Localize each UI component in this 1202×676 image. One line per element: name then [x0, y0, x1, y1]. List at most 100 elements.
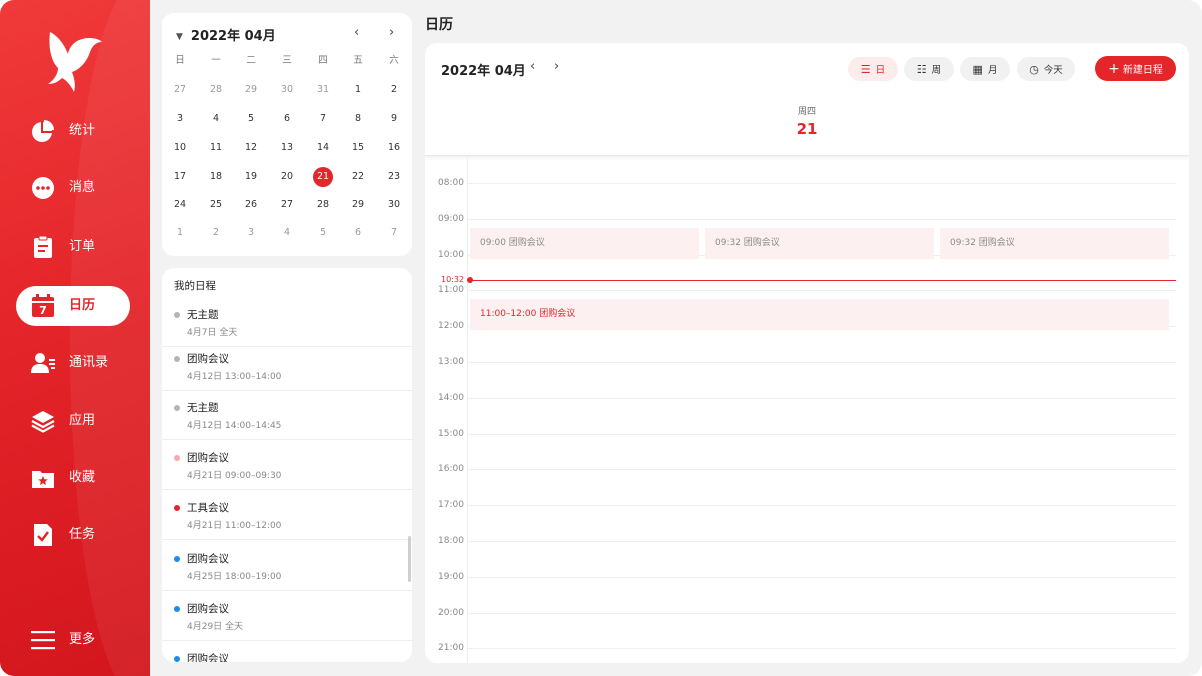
calendar-day-cell[interactable]: 11 — [201, 138, 231, 158]
sidebar-item-apps[interactable]: 应用 — [16, 401, 130, 441]
view-day-button[interactable]: ☰ 日 — [848, 57, 898, 81]
calendar-day-cell[interactable]: 24 — [165, 195, 195, 215]
calendar-event[interactable]: 09:32 团购会议 — [705, 228, 934, 259]
mini-calendar-header[interactable]: ▼ 2022年 04月 — [176, 25, 276, 44]
mini-calendar-prev-button[interactable]: ‹ — [354, 25, 359, 40]
calendar-day-cell[interactable]: 9 — [379, 109, 409, 129]
schedule-item[interactable]: 团购会议 4月29日 全天 — [162, 590, 412, 641]
sidebar-item-contacts[interactable]: 通讯录 — [16, 343, 130, 383]
calendar-day-cell[interactable]: 28 — [308, 195, 338, 215]
calendar-day-cell[interactable]: 14 — [308, 138, 338, 158]
hour-row: 18:00 — [425, 535, 1189, 547]
sidebar-more-label: 更多 — [69, 632, 96, 647]
layers-icon — [31, 411, 55, 433]
new-event-button[interactable]: + 新建日程 — [1095, 56, 1176, 81]
calendar-day-cell[interactable]: 27 — [272, 195, 302, 215]
schedule-dot — [174, 505, 180, 511]
calendar-day-cell[interactable]: 5 — [236, 109, 266, 129]
view-month-button[interactable]: ▦ 月 — [960, 57, 1010, 81]
weekday-label: 五 — [353, 55, 363, 66]
calendar-day-cell[interactable]: 27 — [165, 80, 195, 100]
mini-calendar-next-button[interactable]: › — [389, 25, 394, 40]
svg-text:7: 7 — [39, 304, 47, 317]
calendar-day-cell[interactable]: 7 — [379, 223, 409, 243]
hour-label: 08:00 — [438, 178, 464, 188]
calendar-day-cell[interactable]: 4 — [201, 109, 231, 129]
calendar-day-cell[interactable]: 25 — [201, 195, 231, 215]
day-header: 周四 21 — [425, 95, 1189, 156]
schedule-item[interactable]: 无主题 4月12日 14:00–14:45 — [162, 389, 412, 440]
hour-gridline — [467, 505, 1176, 507]
calendar-day-cell[interactable]: 2 — [201, 223, 231, 243]
plus-icon: + — [1108, 60, 1120, 77]
calendar-day-cell[interactable]: 19 — [236, 167, 266, 187]
weekday-label: 一 — [211, 55, 221, 66]
sidebar-item-tasks[interactable]: 任务 — [16, 515, 130, 555]
hour-row: 14:00 — [425, 392, 1189, 404]
sidebar-item-label: 消息 — [69, 180, 96, 195]
sidebar-item-orders[interactable]: 订单 — [16, 227, 130, 267]
calendar-day-cell[interactable]: 1 — [343, 80, 373, 100]
calendar-day-cell[interactable]: 10 — [165, 138, 195, 158]
prev-month-button[interactable]: ‹ — [530, 59, 535, 74]
schedule-item-title: 团购会议 — [187, 653, 229, 662]
calendar-day-cell[interactable]: 3 — [165, 109, 195, 129]
calendar-day-cell[interactable]: 20 — [272, 167, 302, 187]
schedule-item[interactable]: 团购会议 4月12日 13:00–14:00 — [162, 340, 412, 391]
calendar-day-cell[interactable]: 3 — [236, 223, 266, 243]
calendar-day-cell[interactable]: 29 — [343, 195, 373, 215]
calendar-day-cell[interactable]: 26 — [236, 195, 266, 215]
hour-label: 13:00 — [438, 357, 464, 367]
calendar-day-cell[interactable]: 15 — [343, 138, 373, 158]
calendar-day-cell[interactable]: 22 — [343, 167, 373, 187]
calendar-day-cell[interactable]: 4 — [272, 223, 302, 243]
calendar-day-cell[interactable]: 8 — [343, 109, 373, 129]
hour-gridline — [467, 648, 1176, 650]
schedule-item[interactable]: 工具会议 4月21日 11:00–12:00 — [162, 489, 412, 540]
calendar-day-cell[interactable]: 30 — [379, 195, 409, 215]
schedule-dot — [174, 356, 180, 362]
calendar-day-cell[interactable]: 23 — [379, 167, 409, 187]
caret-down-icon: ▼ — [176, 32, 183, 42]
sidebar-item-calendar[interactable]: 7 日历 — [16, 286, 130, 326]
calendar-day-cell[interactable]: 18 — [201, 167, 231, 187]
calendar-event[interactable]: 09:32 团购会议 — [940, 228, 1169, 259]
calendar-day-cell[interactable]: 7 — [308, 109, 338, 129]
schedule-item[interactable]: 团购会议 4月21日 09:00–09:30 — [162, 439, 412, 490]
calendar-main-panel: 2022年 04月 ‹ › ☰ 日 ☷ 周 ▦ 月 ◷ 今天 + 新建日程 周四 21 0… — [425, 43, 1189, 663]
sidebar-item-favorites[interactable]: 收藏 — [16, 458, 130, 498]
calendar-day-cell[interactable]: 29 — [236, 80, 266, 100]
clipboard-icon — [34, 235, 52, 258]
sidebar-item-label: 通讯录 — [69, 355, 109, 370]
hour-gridline — [467, 218, 1176, 220]
schedule-item-time: 4月29日 全天 — [187, 622, 244, 632]
calendar-day-cell[interactable]: 2 — [379, 80, 409, 100]
next-month-button[interactable]: › — [554, 59, 559, 74]
calendar-day-cell[interactable]: 5 — [308, 223, 338, 243]
schedule-item-title: 团购会议 — [187, 603, 229, 615]
calendar-day-cell[interactable]: 6 — [343, 223, 373, 243]
calendar-day-cell[interactable]: 17 — [165, 167, 195, 187]
calendar-day-cell[interactable]: 13 — [272, 138, 302, 158]
schedule-scrollbar[interactable] — [408, 536, 411, 582]
hour-row: 08:00 — [425, 177, 1189, 189]
today-icon: ◷ — [1029, 62, 1039, 76]
calendar-day-cell[interactable]: 30 — [272, 80, 302, 100]
sidebar-item-more[interactable]: 更多 — [16, 620, 130, 660]
calendar-event[interactable]: 11:00–12:00 团购会议 — [470, 299, 1169, 330]
calendar-day-cell[interactable]: 28 — [201, 80, 231, 100]
calendar-day-cell[interactable]: 31 — [308, 80, 338, 100]
calendar-day-cell[interactable]: 12 — [236, 138, 266, 158]
schedule-item[interactable]: 团购会议 — [162, 640, 412, 662]
day-header-date: 21 — [796, 120, 818, 138]
calendar-event[interactable]: 09:00 团购会议 — [470, 228, 699, 259]
sidebar-item-messages[interactable]: 消息 — [16, 168, 130, 208]
calendar-day-cell[interactable]: 1 — [165, 223, 195, 243]
schedule-item[interactable]: 团购会议 4月25日 18:00–19:00 — [162, 540, 412, 591]
calendar-day-cell[interactable]: 21 — [308, 167, 338, 187]
view-week-button[interactable]: ☷ 周 — [904, 57, 954, 81]
calendar-day-cell[interactable]: 6 — [272, 109, 302, 129]
calendar-day-cell[interactable]: 16 — [379, 138, 409, 158]
sidebar-item-stats[interactable]: 统计 — [16, 111, 130, 151]
today-button[interactable]: ◷ 今天 — [1017, 57, 1075, 81]
